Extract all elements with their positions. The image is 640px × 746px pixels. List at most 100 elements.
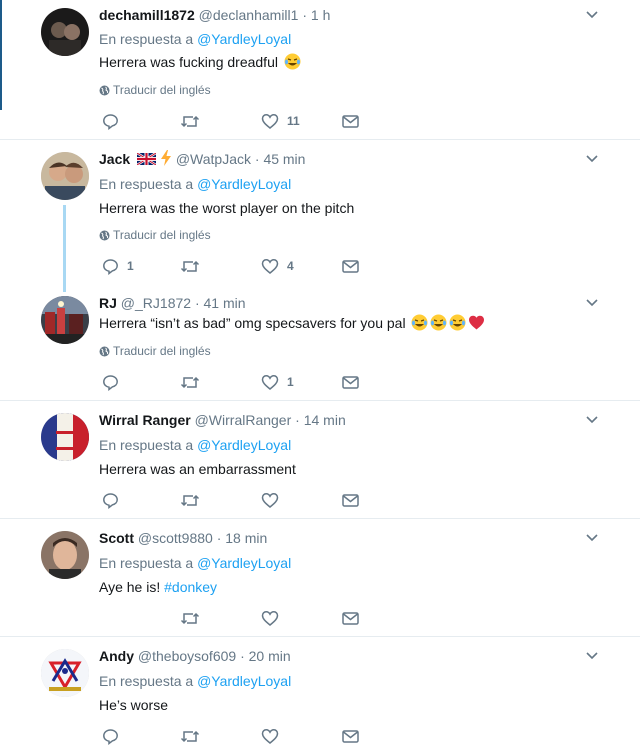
display-name[interactable]: RJ [99,295,117,311]
reply-mention[interactable]: @YardleyLoyal [197,31,291,47]
dm-button[interactable] [342,372,359,392]
user-handle[interactable]: @_RJ1872 [121,295,191,311]
display-name[interactable]: Scott [99,530,134,546]
chevron-down-icon[interactable] [585,8,599,22]
tweet-actions [99,608,399,628]
retweet-button[interactable] [180,372,200,392]
reply-prefix: En respuesta a [99,437,194,453]
like-button[interactable] [261,608,287,628]
tweet-text: Herrera was an embarrassment [99,461,296,477]
display-name[interactable]: Jack [99,151,130,167]
dot-separator: · [194,295,200,311]
avatar[interactable] [41,531,89,579]
like-button[interactable] [261,726,279,746]
tweet-actions: 11 [99,111,399,131]
reply-button[interactable]: 1 [102,256,134,276]
dot-separator: · [254,151,260,167]
red-heart-emoji-icon [469,315,485,330]
avatar[interactable] [41,649,89,697]
reply-prefix: En respuesta a [99,176,194,192]
translate-link[interactable]: Traducir del inglés [99,343,211,359]
tweet-header: dechamill1872 @declanhamill1 · 1 h [99,6,330,24]
retweet-icon [180,376,200,388]
reply-button[interactable] [102,490,127,510]
envelope-icon [342,259,359,273]
reply-mention[interactable]: @YardleyLoyal [197,176,291,192]
tweet-header: Andy @theboysof609 · 20 min [99,647,291,665]
like-button[interactable]: 1 [261,372,294,392]
retweet-button[interactable] [180,111,200,131]
tweet-header: Jack @WatpJack · 45 min [99,150,305,168]
retweet-button[interactable] [180,256,200,276]
translate-link[interactable]: Traducir del inglés [99,82,211,98]
dm-button[interactable] [342,256,359,276]
like-button[interactable]: 4 [261,256,294,276]
tweet-text: Herrera “isn’t as bad” omg specsavers fo… [99,314,485,332]
avatar[interactable] [41,8,89,56]
dm-button[interactable] [342,490,359,510]
user-handle[interactable]: @WatpJack [176,151,251,167]
user-handle[interactable]: @WirralRanger [195,412,292,428]
reply-context: En respuesta a @YardleyLoyal [99,554,291,572]
tweet-body: Herrera was fucking dreadful [99,54,278,70]
like-button[interactable]: 11 [261,111,300,131]
timestamp[interactable]: 20 min [249,648,291,664]
globe-icon [99,230,110,241]
thread-connector-line [63,205,66,292]
laughing-tears-emoji-icon [284,53,301,70]
dot-separator: · [295,412,300,428]
reply-button[interactable] [102,726,119,746]
avatar[interactable] [41,152,89,200]
like-count: 11 [287,114,300,128]
translate-link[interactable]: Traducir del inglés [99,227,211,243]
reply-mention[interactable]: @YardleyLoyal [197,555,291,571]
heart-icon [261,258,279,274]
retweet-button[interactable] [180,608,200,628]
reply-icon [103,728,118,745]
like-button[interactable] [261,490,287,510]
retweet-button[interactable] [180,726,200,746]
chevron-down-icon[interactable] [585,296,599,310]
avatar[interactable] [41,296,89,344]
display-name[interactable]: Andy [99,648,134,664]
reply-icon [103,113,118,130]
chevron-down-icon[interactable] [585,649,599,663]
timestamp[interactable]: 1 h [311,7,330,23]
reply-mention[interactable]: @YardleyLoyal [197,437,291,453]
chevron-down-icon[interactable] [585,413,599,427]
chevron-down-icon[interactable] [585,152,599,166]
display-name[interactable]: dechamill1872 [99,7,195,23]
tweet-body: Aye he is! [99,579,161,595]
retweet-button[interactable] [180,490,200,510]
chevron-down-icon[interactable] [585,531,599,545]
timestamp[interactable]: 45 min [263,151,305,167]
dm-button[interactable] [342,111,359,131]
display-name[interactable]: Wirral Ranger [99,412,191,428]
reply-icon [103,492,118,509]
dm-button[interactable] [342,608,359,628]
timestamp[interactable]: 18 min [225,530,267,546]
heart-icon [261,728,279,744]
avatar[interactable] [41,413,89,461]
retweet-icon [180,730,200,742]
dm-button[interactable] [342,726,359,746]
timestamp[interactable]: 14 min [304,412,346,428]
globe-icon [99,85,110,96]
user-handle[interactable]: @declanhamill1 [199,7,299,23]
reply-button[interactable] [102,111,127,131]
tweet-header: Scott @scott9880 · 18 min [99,529,267,547]
reply-context: En respuesta a @YardleyLoyal [99,672,291,690]
timestamp[interactable]: 41 min [204,295,246,311]
user-handle[interactable]: @theboysof609 [138,648,236,664]
tweet-text: He’s worse [99,697,168,713]
retweet-icon [180,260,200,272]
reply-context: En respuesta a @YardleyLoyal [99,436,291,454]
tweet-actions [99,726,399,746]
reply-button[interactable] [102,372,127,392]
hashtag-link[interactable]: #donkey [164,579,217,595]
reply-mention[interactable]: @YardleyLoyal [197,673,291,689]
tweet-text: Herrera was the worst player on the pitc… [99,200,355,216]
user-handle[interactable]: @scott9880 [138,530,213,546]
laughing-tears-emoji-icon [449,314,466,331]
reply-icon [103,374,118,391]
